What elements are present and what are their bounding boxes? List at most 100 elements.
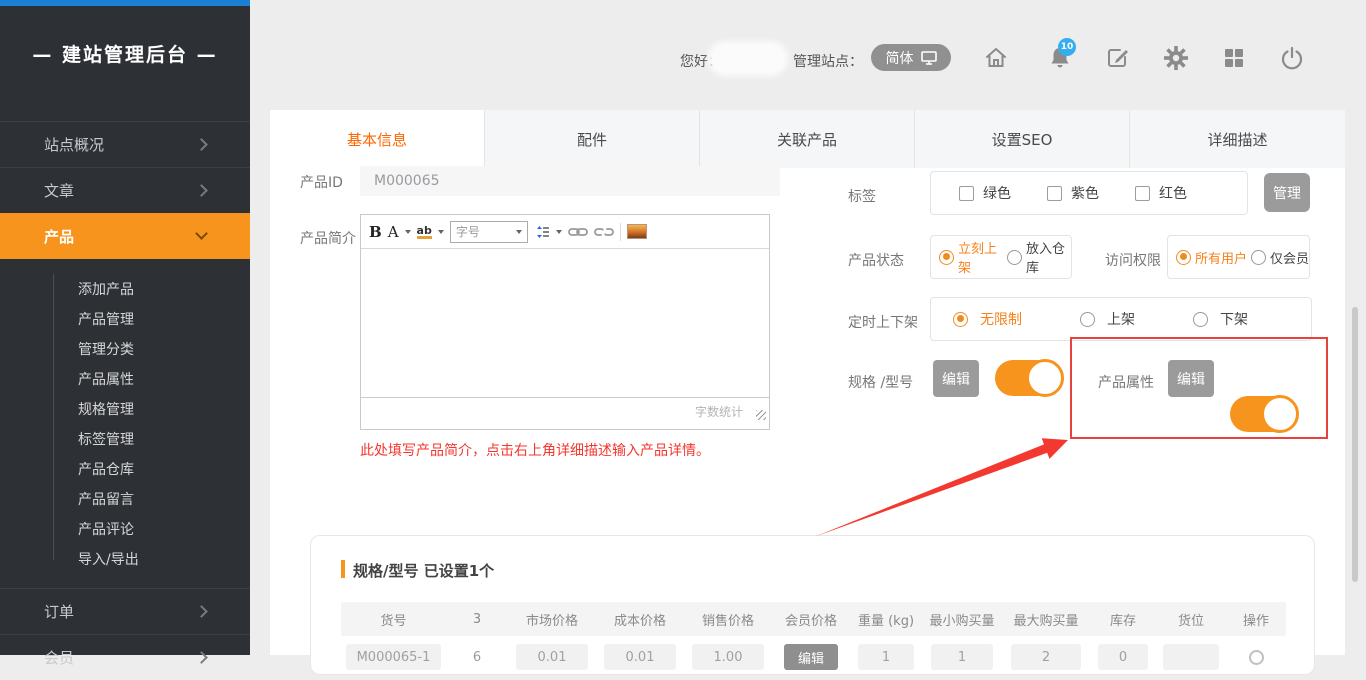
spec-table-header: 货号 3 市场价格 成本价格 销售价格 会员价格 重量 (kg) 最小购买量 最… <box>341 602 1286 636</box>
radio-unselected[interactable] <box>1007 250 1022 265</box>
product-id-field[interactable]: M000065 <box>360 166 780 196</box>
font-color-dropdown-icon[interactable] <box>405 230 411 234</box>
stock-field[interactable]: 0 <box>1098 644 1148 670</box>
tag-option-purple[interactable]: 紫色 <box>1047 183 1099 203</box>
sidebar-top-accent-bar <box>0 0 250 6</box>
sidebar-item-articles[interactable]: 文章 <box>0 167 250 213</box>
status-option-warehouse[interactable]: 放入仓库 <box>1007 238 1071 276</box>
font-color-icon[interactable]: A <box>388 223 399 241</box>
radio-label: 放入仓库 <box>1026 238 1071 276</box>
cost-price-field[interactable]: 0.01 <box>604 644 676 670</box>
schedule-option-on[interactable]: 上架 <box>1080 309 1135 329</box>
sidebar-item-site-overview[interactable]: 站点概况 <box>0 121 250 167</box>
sidebar-subitem-add-product[interactable]: 添加产品 <box>0 274 250 304</box>
logout-power-icon[interactable] <box>1278 44 1306 72</box>
sidebar-subitem-product-attrs[interactable]: 产品属性 <box>0 364 250 394</box>
font-size-select[interactable]: 字号 <box>450 221 528 243</box>
sidebar-item-members[interactable]: 会员 <box>0 634 250 680</box>
censored-username <box>712 45 784 72</box>
sidebar-subitem-spec-manage[interactable]: 规格管理 <box>0 394 250 424</box>
highlight-dropdown-icon[interactable] <box>438 230 444 234</box>
insert-link-icon[interactable] <box>568 226 588 238</box>
editor-content-area[interactable] <box>361 249 769 397</box>
radio-label: 所有用户 <box>1195 248 1247 267</box>
vertical-scrollbar-thumb[interactable] <box>1352 307 1358 582</box>
radio-label: 仅会员 <box>1270 248 1309 267</box>
remove-link-icon[interactable] <box>594 225 614 239</box>
spec-model-label: 规格 /型号 <box>848 372 913 392</box>
home-icon[interactable] <box>982 44 1010 72</box>
sidebar-subitem-import-export[interactable]: 导入/导出 <box>0 544 250 574</box>
section-accent-bar <box>341 560 345 578</box>
sale-price-field[interactable]: 1.00 <box>692 644 764 670</box>
checkbox-purple[interactable] <box>1047 186 1062 201</box>
col-sale-price: 销售价格 <box>684 610 772 629</box>
sidebar-item-orders[interactable]: 订单 <box>0 588 250 634</box>
tab-accessories[interactable]: 配件 <box>485 110 700 168</box>
max-qty-field[interactable]: 2 <box>1011 644 1081 670</box>
settings-gear-icon[interactable] <box>1162 44 1190 72</box>
member-price-edit-button[interactable]: 编辑 <box>784 644 838 670</box>
sidebar-subitem-tag-manage[interactable]: 标签管理 <box>0 424 250 454</box>
sidebar-item-products[interactable]: 产品 <box>0 213 250 259</box>
radio-unselected[interactable] <box>1251 250 1266 265</box>
sidebar-subitem-product-warehouse[interactable]: 产品仓库 <box>0 454 250 484</box>
language-label: 简体 <box>886 48 914 68</box>
schedule-option-off[interactable]: 下架 <box>1193 309 1248 329</box>
annotation-red-box <box>1070 337 1328 439</box>
spec-edit-button[interactable]: 编辑 <box>933 360 979 397</box>
access-option-members-only[interactable]: 仅会员 <box>1251 248 1309 267</box>
apps-grid-icon[interactable] <box>1220 44 1248 72</box>
tag-option-green[interactable]: 绿色 <box>959 183 1011 203</box>
radio-selected[interactable] <box>953 312 968 327</box>
language-switch-button[interactable]: 简体 <box>871 44 951 71</box>
tag-option-red[interactable]: 红色 <box>1135 183 1187 203</box>
col-stock: 库存 <box>1090 610 1156 629</box>
sidebar-subitem-category-manage[interactable]: 管理分类 <box>0 334 250 364</box>
checkbox-green[interactable] <box>959 186 974 201</box>
access-option-all-users[interactable]: 所有用户 <box>1176 248 1247 267</box>
tab-detailed-description[interactable]: 详细描述 <box>1130 110 1345 168</box>
subitem-label: 产品管理 <box>78 309 134 329</box>
tab-related-products[interactable]: 关联产品 <box>700 110 915 168</box>
resize-grip[interactable] <box>756 410 766 420</box>
chevron-right-icon <box>195 184 208 197</box>
tag-label: 红色 <box>1159 183 1187 203</box>
insert-image-icon[interactable] <box>627 224 647 239</box>
radio-selected[interactable] <box>1176 250 1191 265</box>
row-action-icon[interactable] <box>1249 650 1264 665</box>
line-spacing-dropdown-icon[interactable] <box>556 230 562 234</box>
radio-label: 下架 <box>1220 309 1248 329</box>
radio-label: 立刻上架 <box>958 238 1003 276</box>
sidebar-subitem-product-manage[interactable]: 产品管理 <box>0 304 250 334</box>
bold-icon[interactable]: B <box>369 223 382 241</box>
schedule-option-unlimited[interactable]: 无限制 <box>953 309 1022 329</box>
sidebar-subitem-product-messages[interactable]: 产品留言 <box>0 484 250 514</box>
sidebar-subitem-product-reviews[interactable]: 产品评论 <box>0 514 250 544</box>
spec-toggle-on[interactable] <box>995 360 1063 396</box>
col-cost-price: 成本价格 <box>596 610 684 629</box>
sidebar: — 建站管理后台 — 站点概况 文章 产品 添加产品 产品管理 管理分类 产品属… <box>0 0 250 655</box>
radio-unselected[interactable] <box>1193 312 1208 327</box>
status-option-on-shelf[interactable]: 立刻上架 <box>939 238 1003 276</box>
highlight-icon[interactable]: ab <box>417 225 432 239</box>
manage-site-label: 管理站点： <box>793 51 863 71</box>
chevron-right-icon <box>195 651 208 664</box>
tab-seo[interactable]: 设置SEO <box>915 110 1130 168</box>
col-actions: 操作 <box>1226 610 1286 629</box>
edit-compose-icon[interactable] <box>1104 44 1132 72</box>
weight-field[interactable]: 1 <box>858 644 914 670</box>
tab-basic-info[interactable]: 基本信息 <box>270 110 485 168</box>
tag-label: 绿色 <box>983 183 1011 203</box>
radio-unselected[interactable] <box>1080 312 1095 327</box>
checkbox-red[interactable] <box>1135 186 1150 201</box>
radio-selected[interactable] <box>939 250 954 265</box>
line-spacing-icon[interactable] <box>534 224 550 240</box>
market-price-field[interactable]: 0.01 <box>516 644 588 670</box>
app-title: — 建站管理后台 — <box>0 40 250 67</box>
min-qty-field[interactable]: 1 <box>931 644 993 670</box>
subitem-label: 产品属性 <box>78 369 134 389</box>
manage-tags-button[interactable]: 管理 <box>1264 173 1310 212</box>
sku-field[interactable]: M000065-1 <box>346 644 441 670</box>
location-field[interactable] <box>1163 644 1219 670</box>
